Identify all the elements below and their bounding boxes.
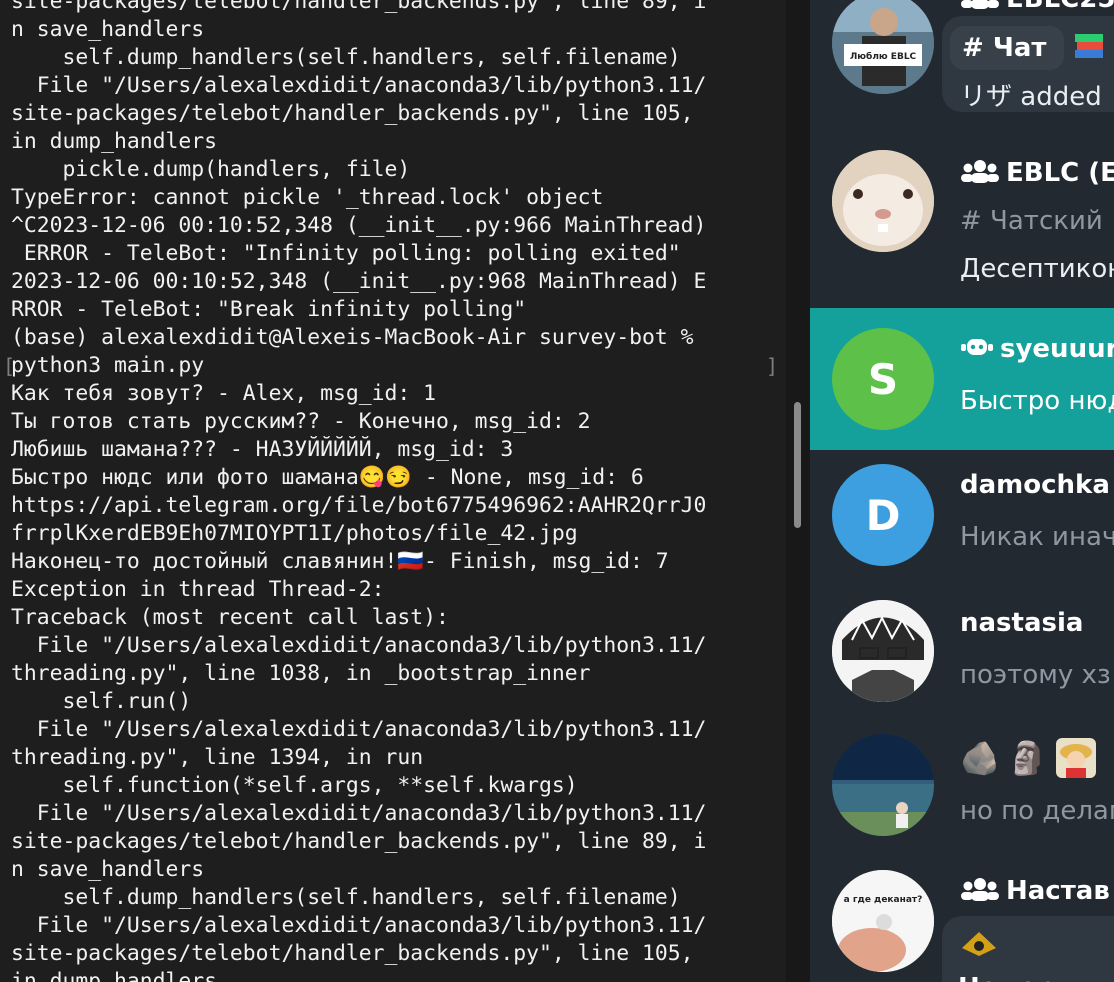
- terminal-line: ERROR - TeleBot: "Infinity polling: poll…: [11, 241, 681, 266]
- terminal-line: site-packages/telebot/handler_backends.p…: [11, 829, 707, 854]
- photo-avatar-icon: Люблю EBLC: [832, 0, 934, 94]
- chat-last-message: поэтому хз: [960, 660, 1111, 690]
- terminal-line: Ты готов стать русским?? - Конечно, msg_…: [11, 409, 591, 434]
- chat-item-emoji[interactable]: 🪨 🗿 но по делам: [810, 726, 1114, 868]
- terminal-line: Любишь шамана??? - НАЗУЙЙЙЙЙ, msg_id: 3: [11, 437, 514, 462]
- topic-chip-label: # Чат: [962, 33, 1047, 63]
- avatar: S: [832, 328, 934, 430]
- terminal-line: https://api.telegram.org/file/bot6775496…: [11, 493, 707, 518]
- avatar-letter: D: [865, 490, 901, 540]
- chat-item-eblc25[interactable]: Люблю EBLC EBLC25 # Чат リザ added: [810, 0, 1114, 112]
- terminal-line: frrplKxerdEB9Eh07MIOYPT1I/photos/file_42…: [11, 521, 578, 546]
- topic-chip-label: Номер: [958, 973, 1055, 982]
- terminal-line: File "/Users/alexalexdidit/anaconda3/lib…: [11, 913, 707, 938]
- terminal-line: Как тебя зовут? - Alex, msg_id: 1: [11, 381, 436, 406]
- avatar: D: [832, 464, 934, 566]
- chat-topic: # Чатский: [960, 206, 1103, 236]
- chat-title: EBLC (E: [960, 158, 1114, 188]
- anime-sticker-icon: [1055, 738, 1096, 778]
- avatar-sign-text: Люблю EBLC: [850, 51, 917, 62]
- topic-chip[interactable]: # Чат: [950, 26, 1065, 70]
- chat-item-syeuuur[interactable]: S syeuuur Быстро нюд: [810, 308, 1114, 450]
- terminal-line: python3 main.py: [11, 353, 205, 378]
- terminal-line: site-packages/telebot/handler_backends.p…: [11, 0, 707, 14]
- chat-last-message: Быстро нюд: [960, 386, 1114, 416]
- group-icon: [961, 0, 999, 9]
- terminal-line: File "/Users/alexalexdidit/anaconda3/lib…: [11, 717, 707, 742]
- terminal-line: self.dump_handlers(self.handlers, self.f…: [11, 45, 681, 70]
- terminal-line: n save_handlers: [11, 17, 205, 42]
- prompt-bracket-right: ]: [766, 354, 779, 378]
- telegram-chat-list: Люблю EBLC EBLC25 # Чат リザ added EBLC (E: [810, 0, 1114, 982]
- chat-last-message: Никак инач: [960, 522, 1114, 552]
- terminal-line: self.run(): [11, 689, 192, 714]
- bot-icon: [961, 339, 993, 355]
- chat-last-message: но по делам: [960, 796, 1114, 826]
- avatar-caption-text: а где деканат?: [844, 895, 923, 905]
- terminal-line: self.dump_handlers(self.handlers, self.f…: [11, 885, 681, 910]
- chat-title-text: Настав: [1006, 876, 1110, 906]
- terminal-line: site-packages/telebot/handler_backends.p…: [11, 941, 694, 966]
- terminal-scrollbar[interactable]: [794, 402, 801, 528]
- chat-title: Настав: [960, 876, 1110, 906]
- avatar: [832, 150, 934, 252]
- chat-item-damochka[interactable]: D damochka Никак инач: [810, 450, 1114, 592]
- chat-item-nastasia[interactable]: nastasia поэтому хз: [810, 588, 1114, 730]
- rock-emoji: 🪨: [960, 739, 1000, 777]
- avatar: [832, 600, 934, 702]
- chat-last-message: リザ added: [960, 82, 1102, 112]
- topic-chip[interactable]: Номер: [950, 922, 1114, 982]
- hamster-avatar-icon: а где деканат?: [832, 870, 934, 972]
- moai-emoji: 🗿: [1007, 739, 1048, 777]
- terminal-line: 2023-12-06 00:10:52,348 (__init__.py:968…: [11, 269, 707, 294]
- terminal-line: File "/Users/alexalexdidit/anaconda3/lib…: [11, 801, 707, 826]
- terminal-line: Exception in thread Thread-2:: [11, 577, 385, 602]
- terminal-line: (base) alexalexdidit@Alexeis-MacBook-Air…: [11, 325, 694, 350]
- group-icon: [961, 160, 999, 183]
- avatar: а где деканат?: [832, 870, 934, 972]
- chat-item-eblc[interactable]: EBLC (E # Чатский Десептикон: [810, 138, 1114, 284]
- terminal-line: pickle.dump(handlers, file): [11, 157, 411, 182]
- terminal-line: threading.py", line 1038, in _bootstrap_…: [11, 661, 591, 686]
- terminal-line: RROR - TeleBot: "Break infinity polling": [11, 297, 527, 322]
- terminal-line: self.function(*self.args, **self.kwargs): [11, 773, 578, 798]
- terminal-line: ^C2023-12-06 00:10:52,348 (__init__.py:9…: [11, 213, 707, 238]
- avatar: [832, 734, 934, 836]
- chat-title-text: syeuuur: [1000, 334, 1114, 364]
- terminal-line: Быстро нюдс или фото шамана😋😏 - None, ms…: [11, 465, 644, 490]
- terminal-line: Traceback (most recent call last):: [11, 605, 449, 630]
- chat-last-message: Десептикон: [960, 254, 1114, 284]
- terminal-line: in dump_handlers: [11, 129, 218, 154]
- group-icon: [961, 878, 999, 901]
- chat-emoji-title: 🪨 🗿: [960, 738, 1096, 778]
- chat-title: damochka: [960, 470, 1110, 500]
- terminal-line: in dump_handlers: [11, 969, 218, 982]
- rabbit-avatar-icon: [832, 150, 934, 252]
- chat-title: EBLC25: [960, 0, 1114, 14]
- terminal-line: Наконец-то достойный славянин!🇷🇺- Finish…: [11, 549, 669, 574]
- chat-title: nastasia: [960, 608, 1084, 638]
- terminal-line: n save_handlers: [11, 857, 205, 882]
- avatar: Люблю EBLC: [832, 0, 934, 94]
- manga-avatar-icon: [832, 600, 934, 702]
- chat-title: syeuuur: [960, 334, 1114, 364]
- terminal-line: File "/Users/alexalexdidit/anaconda3/lib…: [11, 73, 707, 98]
- chat-title-text: EBLC25: [1006, 0, 1114, 14]
- terminal-line: File "/Users/alexalexdidit/anaconda3/lib…: [11, 633, 707, 658]
- terminal-window[interactable]: site-packages/telebot/handler_backends.p…: [0, 0, 786, 982]
- chat-item-nastavn[interactable]: а где деканат? Настав Номер: [810, 866, 1114, 982]
- topic-emoji-icon: [962, 932, 996, 956]
- terminal-line: site-packages/telebot/handler_backends.p…: [11, 101, 694, 126]
- sea-photo-avatar-icon: [832, 734, 934, 836]
- terminal-line: TypeError: cannot pickle '_thread.lock' …: [11, 185, 604, 210]
- avatar-letter: S: [867, 354, 899, 404]
- terminal-output: site-packages/telebot/handler_backends.p…: [11, 0, 781, 982]
- prompt-bracket-left: [: [3, 354, 16, 378]
- chat-title-text: EBLC (E: [1006, 158, 1114, 188]
- terminal-line: threading.py", line 1394, in run: [11, 745, 424, 770]
- books-icon: [1072, 30, 1106, 64]
